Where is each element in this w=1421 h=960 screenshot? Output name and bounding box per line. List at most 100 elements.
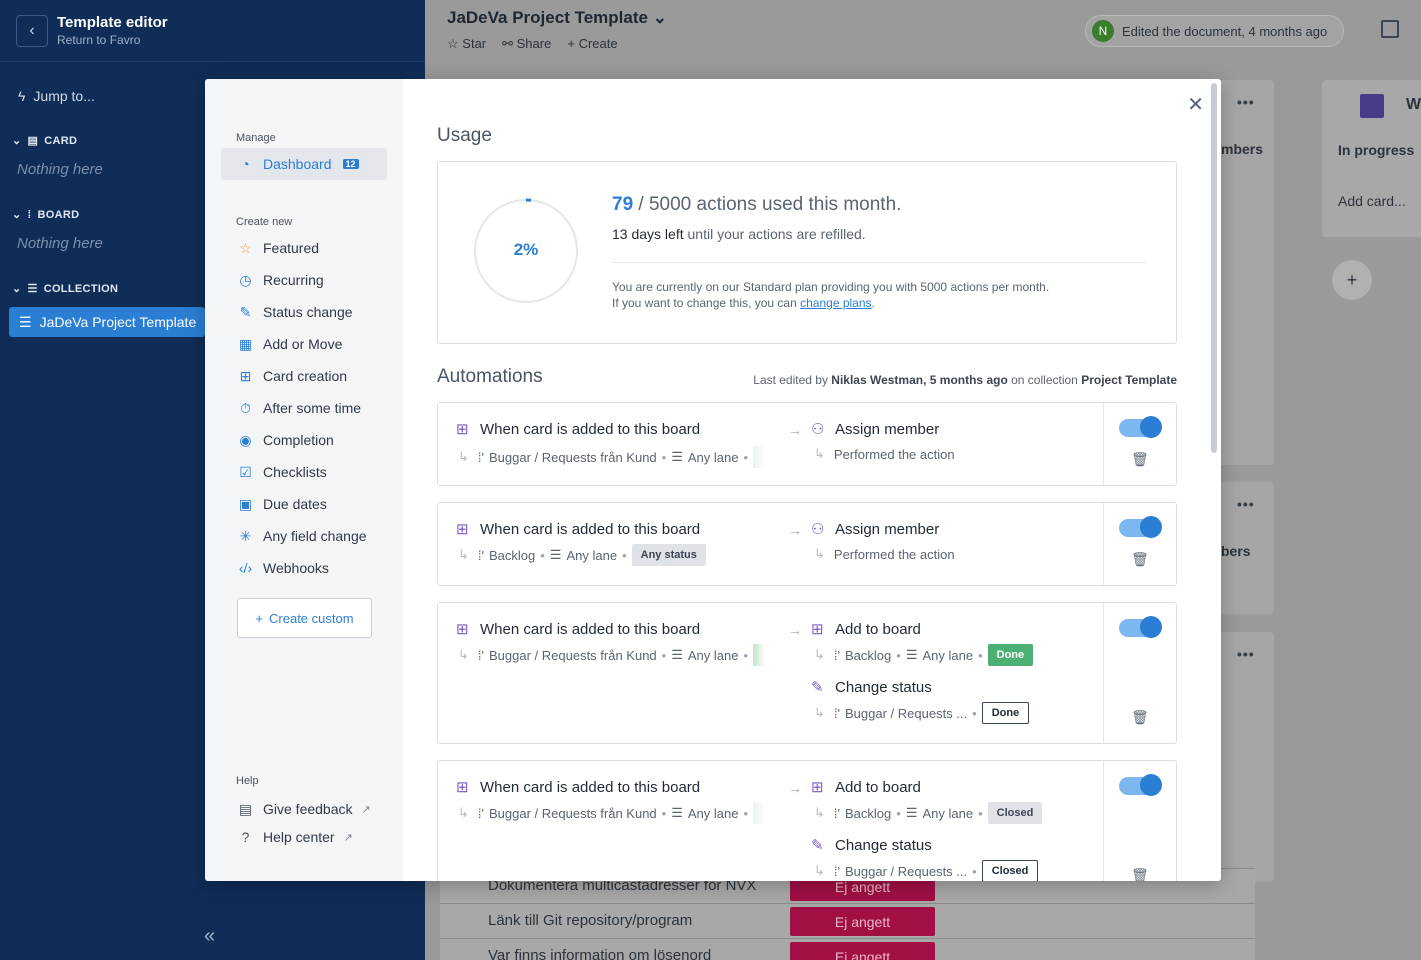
automation-card[interactable]: ⊞ When card is added to this board ↳ ⁞' Bu… [437,602,1177,744]
add-column-button[interactable]: + [1332,260,1372,300]
overflow-fade [753,446,766,468]
action-text: Change status [835,678,932,696]
arrow-right-icon: → [788,780,802,796]
nav-status-change[interactable]: ✎ Status change [205,296,403,328]
note-prefix: If you want to change this, you can [612,296,797,310]
help-list: ▤ Give feedback ↗ ? Help center ↗ [205,795,403,851]
lane-icon: ☰ [905,647,918,662]
separator-dot: • [972,863,977,879]
status-pill[interactable]: Ej angett [790,942,935,960]
trigger-text: When card is added to this board [480,620,701,638]
nav-completion[interactable]: ◉ Completion [205,424,403,456]
nav-checklists[interactable]: ☑ Checklists [205,456,403,488]
panel-toggle-icon[interactable] [1381,20,1399,38]
enable-toggle[interactable] [1119,516,1162,538]
create-custom-button[interactable]: + Create custom [237,598,372,638]
lane-name: Any lane [687,647,739,663]
last-edited-mid: on collection [1011,373,1078,387]
edited-text: Edited the document, 4 months ago [1122,23,1328,39]
status-pill[interactable]: Ej angett [790,907,935,936]
bolt-icon: ϟ [18,88,26,104]
collapse-sidebar-icon[interactable]: « [204,925,215,948]
nav-webhooks[interactable]: ‹/› Webhooks [205,552,403,584]
template-editor-title: Template editor [57,14,168,31]
nav-due-dates[interactable]: ▣ Due dates [205,488,403,520]
close-icon[interactable]: ✕ [1187,92,1204,117]
action-text: Assign member [835,420,940,438]
back-button[interactable]: ‹ [16,14,48,47]
action-details: ↳ ⁞' Backlog • ☰ Any lane • Done [814,644,1034,666]
change-plans-link[interactable]: change plans [800,296,871,310]
return-link[interactable]: Return to Favro [57,33,168,47]
assign-member-icon: ⚇ [811,421,825,438]
nav-after-some-time[interactable]: ⏱ After some time [205,392,403,424]
board-name: Backlog [845,647,892,663]
last-edited-info: Last edited by Niklas Westman, 5 months … [753,373,1177,387]
automation-card[interactable]: ⊞ When card is added to this board ↳ ⁞' Bu… [437,760,1177,881]
trigger-text: When card is added to this board [480,420,701,438]
separator-dot: • [972,705,977,721]
separator-dot: • [743,647,749,663]
share-button[interactable]: ⚯ Share [502,36,551,52]
nav-recurring[interactable]: ◷ Recurring [205,264,403,296]
lane-icon: ☰ [671,647,683,662]
create-button[interactable]: + Create [567,36,617,52]
edited-status[interactable]: N Edited the document, 4 months ago [1085,15,1345,47]
more-icon[interactable]: ••• [1237,496,1255,512]
trash-icon[interactable]: 🗑 [1131,709,1149,727]
trash-icon[interactable]: 🗑 [1131,551,1149,569]
share-label: Share [516,36,552,51]
trash-icon[interactable]: 🗑 [1131,867,1149,881]
table-row[interactable]: Länk till Git repository/program Ej ange… [440,903,1255,938]
enable-toggle[interactable] [1119,616,1162,638]
board-icon: ⁞' [477,449,484,465]
refill-text: until your actions are refilled. [687,226,866,242]
star-button[interactable]: ☆ Star [447,36,486,52]
enable-toggle[interactable] [1119,774,1162,796]
action-title: ⊞ Add to board [811,620,921,639]
overflow-fade [753,802,766,824]
more-icon[interactable]: ••• [1237,646,1255,662]
table-row[interactable]: Var finns information om lösenord Ej ang… [440,938,1255,960]
action-title: ✎ Change status [811,836,932,855]
action-title: ⊞ Add to board [811,778,921,797]
help-center-link[interactable]: ? Help center ↗ [205,823,403,851]
collection-item-label: JaDeVa Project Template [39,314,197,330]
action-title: ⚇ Assign member [811,420,940,439]
card-plus-icon: ⊞ [456,621,469,638]
collection-item[interactable]: ☰ JaDeVa Project Template [9,307,205,337]
add-card-link[interactable]: Add card... [1338,193,1406,209]
nav-dashboard[interactable]: ◔ Dashboard 12 [221,148,387,180]
board-name: Buggar / Requests ... [845,705,968,721]
action-details: ↳ ⁞' Buggar / Requests ... • Closed [814,860,1039,881]
enable-toggle[interactable] [1119,416,1162,438]
trigger-text: When card is added to this board [480,520,701,538]
document-title[interactable]: JaDeVa Project Template ⌄ [447,8,667,28]
trigger-title: ⊞ When card is added to this board [456,620,701,639]
automation-card[interactable]: ⊞ When card is added to this board ↳ ⁞' Ba… [437,502,1177,586]
status-change-icon: ✎ [811,837,824,854]
separator-dot: • [743,805,749,821]
nav-card-creation[interactable]: ⊞ Card creation [205,360,403,392]
lane-name: Any lane [687,805,739,821]
nav-featured[interactable]: ☆ Featured [205,232,403,264]
nav-add-or-move[interactable]: ▦ Add or Move [205,328,403,360]
nav-any-field-change[interactable]: ✳ Any field change [205,520,403,552]
usage-panel: 2% 79 / 5000 actions used this month. 13… [437,161,1177,344]
give-feedback-link[interactable]: ▤ Give feedback ↗ [205,795,403,823]
sub-arrow-icon: ↳ [814,446,825,461]
separator-dot: • [896,647,901,663]
toggle-knob [1140,516,1162,538]
status-chip: Closed [981,860,1039,881]
modal-scrollbar[interactable] [1211,83,1217,453]
automation-card[interactable]: ⊞ When card is added to this board ↳ ⁞' Bu… [437,402,1177,486]
sub-arrow-icon: ↳ [458,547,469,562]
assign-member-icon: ⚇ [811,521,825,538]
board-icon: ⁞' [833,647,840,663]
lane-name: Any lane [922,647,974,663]
top-bar: JaDeVa Project Template ⌄ ☆ Star ⚯ Share… [425,0,1421,62]
more-icon[interactable]: ••• [1237,94,1255,110]
bg-kanban-column: In progress Add card... W [1322,80,1421,237]
card-controls: 🗑 [1103,761,1176,881]
trash-icon[interactable]: 🗑 [1131,451,1149,469]
